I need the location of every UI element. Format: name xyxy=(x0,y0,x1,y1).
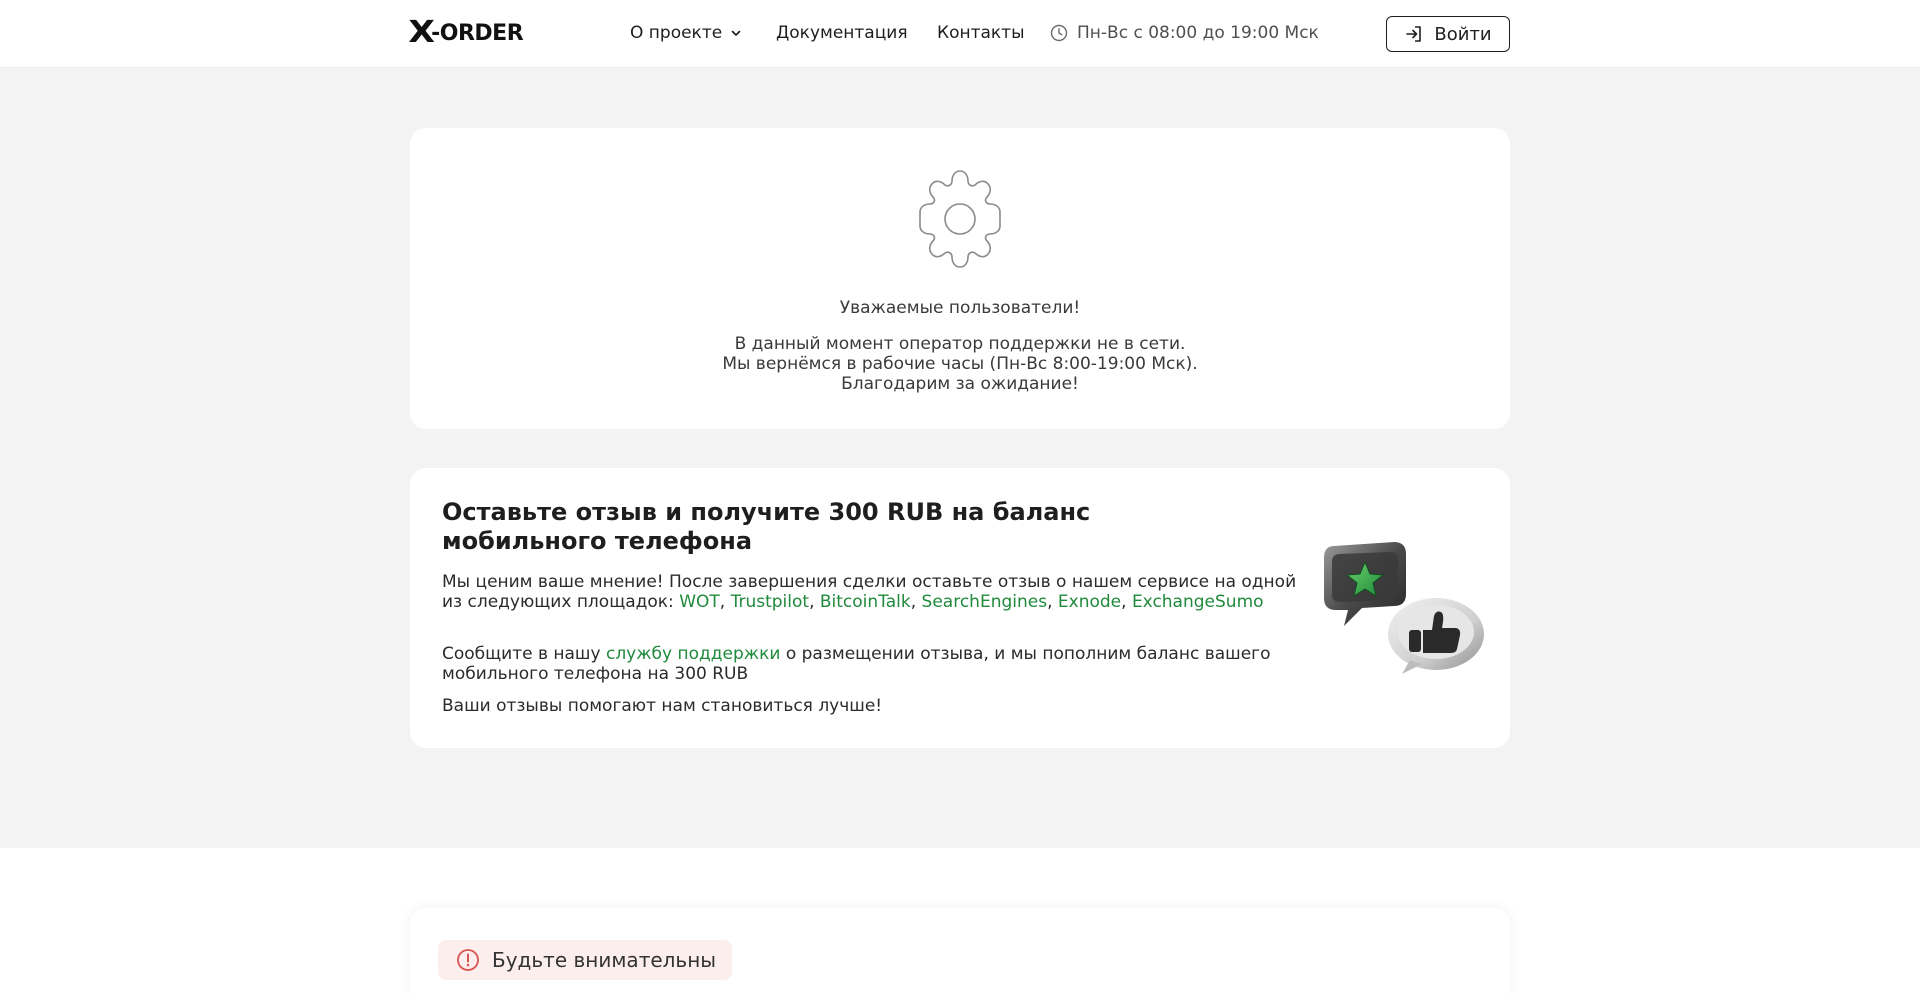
link-wot[interactable]: WOT xyxy=(679,592,720,612)
top-header: X -ORDER О проекте Документация Контакты … xyxy=(0,0,1920,68)
chevron-down-icon xyxy=(730,27,742,39)
logo[interactable]: X -ORDER xyxy=(408,15,524,50)
login-arrow-icon xyxy=(1404,24,1424,44)
logo-x: X xyxy=(408,15,435,50)
warning-card: Будьте внимательны xyxy=(410,908,1510,993)
alert-circle-icon xyxy=(456,948,480,972)
link-exchangesumo[interactable]: ExchangeSumo xyxy=(1132,592,1264,612)
warning-label: Будьте внимательны xyxy=(492,948,717,972)
gear-icon xyxy=(904,163,1016,275)
review-paragraph-thanks: Ваши отзывы помогают нам становиться луч… xyxy=(442,696,883,716)
logo-text: -ORDER xyxy=(431,20,524,46)
notice-line-1: В данный момент оператор поддержки не в … xyxy=(734,334,1186,354)
working-hours: Пн-Вс с 08:00 до 19:00 Мск xyxy=(1050,20,1319,46)
nav-docs[interactable]: Документация xyxy=(776,20,908,46)
link-searchengines[interactable]: SearchEngines xyxy=(922,592,1048,612)
offline-notice-card: Уважаемые пользователи! В данный момент … xyxy=(410,128,1510,429)
notice-line-3: Благодарим за ожидание! xyxy=(841,374,1079,394)
notice-message: В данный момент оператор поддержки не в … xyxy=(410,334,1510,394)
nav-about-label: О проекте xyxy=(630,23,723,43)
notice-line-2: Мы вернёмся в рабочие часы (Пн-Вс 8:00-1… xyxy=(722,354,1198,374)
chat-bubbles-star-thumbs-up-icon xyxy=(1310,536,1490,686)
nav-contacts[interactable]: Контакты xyxy=(937,20,1025,46)
warning-badge: Будьте внимательны xyxy=(438,940,732,980)
review-promo-card: Оставьте отзыв и получите 300 RUB на бал… xyxy=(410,468,1510,748)
review-paragraph-platforms: Мы ценим ваше мнение! После завершения с… xyxy=(442,572,1297,612)
support-text-before: Сообщите в нашу xyxy=(442,644,606,664)
login-button[interactable]: Войти xyxy=(1386,16,1510,52)
link-bitcointalk[interactable]: BitcoinTalk xyxy=(820,592,911,612)
clock-icon xyxy=(1050,24,1068,42)
login-label: Войти xyxy=(1434,23,1492,45)
working-hours-text: Пн-Вс с 08:00 до 19:00 Мск xyxy=(1077,23,1319,43)
link-trustpilot[interactable]: Trustpilot xyxy=(731,592,809,612)
notice-greeting: Уважаемые пользователи! xyxy=(839,298,1081,318)
link-exnode[interactable]: Exnode xyxy=(1058,592,1121,612)
link-support[interactable]: службу поддержки xyxy=(606,644,780,664)
review-title: Оставьте отзыв и получите 300 RUB на бал… xyxy=(442,498,1091,555)
review-paragraph-support: Сообщите в нашу службу поддержки о разме… xyxy=(442,644,1312,684)
nav-about[interactable]: О проекте xyxy=(630,20,742,46)
